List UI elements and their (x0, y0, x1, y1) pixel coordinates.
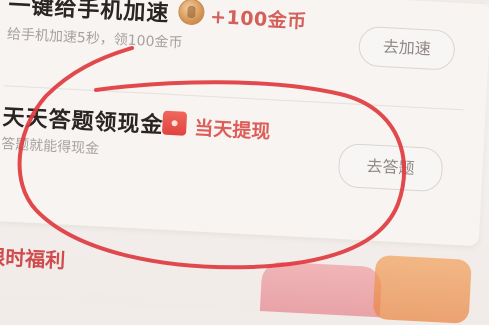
section-title: 限时福利 (0, 244, 66, 273)
pink-card-edge (259, 261, 383, 318)
task-card: 一键给手机加速 +100金币 给手机加速5秒，领100金币 去加速 天天答题领现… (0, 0, 489, 247)
task-row-phone-boost: 一键给手机加速 +100金币 给手机加速5秒，领100金币 去加速 (5, 0, 479, 102)
task-description: 答题就能得现金 (0, 136, 100, 158)
same-day-withdraw-badge: 当天提现 (193, 117, 271, 144)
task-row-daily-quiz: 天天答题领现金 当天提现 答题就能得现金 去答题 (0, 97, 473, 211)
boost-button[interactable]: 去加速 (357, 25, 456, 71)
task-description: 给手机加速5秒，领100金币 (6, 26, 183, 52)
task-title: 一键给手机加速 (7, 0, 170, 27)
reward-label: +100金币 (209, 5, 308, 33)
app-screen: 一键给手机加速 +100金币 给手机加速5秒，领100金币 去加速 天天答题领现… (0, 0, 489, 325)
coin-icon (177, 0, 206, 26)
blurred-orange-object (372, 254, 472, 324)
limited-benefits-section: 限时福利 (0, 236, 489, 324)
quiz-button[interactable]: 去答题 (337, 142, 444, 193)
red-packet-icon (161, 110, 188, 136)
